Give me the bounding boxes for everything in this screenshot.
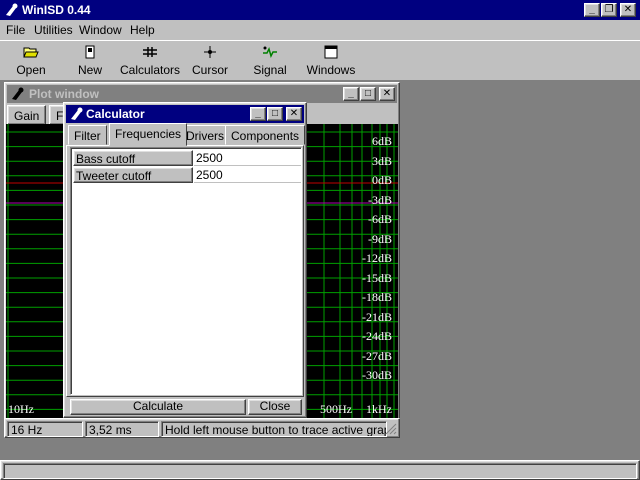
- status-time: 3,52 ms: [85, 421, 159, 437]
- calc-minimize-button[interactable]: _: [250, 107, 266, 121]
- open-label: Open: [16, 63, 46, 77]
- signal-gen-button[interactable]: Signal gen.: [240, 43, 300, 91]
- tweeter-cutoff-input[interactable]: 2500: [194, 167, 301, 183]
- plot-window-title-bar[interactable]: Plot window _ □ ✕: [7, 85, 397, 103]
- plot-window-icon: [12, 87, 24, 100]
- hz-label-10: 10Hz: [8, 402, 34, 416]
- plot-maximize-button[interactable]: □: [360, 87, 376, 101]
- main-status-field: [3, 463, 637, 479]
- new-button[interactable]: New: [70, 43, 110, 79]
- new-box-icon: [85, 45, 95, 59]
- calculator-title-bar[interactable]: Calculator _ □ ✕: [66, 105, 304, 123]
- folder-open-icon: [23, 47, 39, 58]
- main-title-bar[interactable]: WinISD 0.44 _ ❐ ✕: [0, 0, 640, 20]
- frequencies-grid: Bass cutoff 2500 Tweeter cutoff 2500: [70, 147, 302, 395]
- status-hint: Hold left mouse button to trace active g…: [161, 421, 387, 437]
- grid-row-tweeter: Tweeter cutoff 2500: [73, 167, 301, 183]
- menu-utilities[interactable]: Utilities: [34, 23, 73, 37]
- plot-close-button[interactable]: ✕: [379, 87, 395, 101]
- tab-drivers[interactable]: Drivers: [180, 125, 230, 145]
- signal-generator-icon: [263, 46, 277, 59]
- menu-file[interactable]: File: [6, 23, 25, 37]
- calculate-button[interactable]: Calculate: [70, 399, 246, 415]
- cursor-button[interactable]: Cursor: [190, 43, 230, 79]
- calc-close-button[interactable]: ✕: [286, 107, 302, 121]
- toolbar: Open New Calculators Cursor Signal gen. …: [0, 40, 640, 91]
- app-icon: [6, 3, 18, 16]
- calculator-title: Calculator: [86, 107, 145, 121]
- calculator-window[interactable]: Calculator _ □ ✕ Filter Frequencies Driv…: [63, 102, 307, 418]
- plot-minimize-button[interactable]: _: [343, 87, 359, 101]
- calc-maximize-button[interactable]: □: [267, 107, 283, 121]
- calculators-label: Calculators: [120, 63, 181, 77]
- plot-tab-gain[interactable]: Gain: [7, 105, 47, 125]
- minimize-button[interactable]: _: [584, 3, 600, 17]
- restore-button[interactable]: ❐: [601, 3, 617, 17]
- status-frequency: 16 Hz: [7, 421, 83, 437]
- cursor-label: Cursor: [191, 63, 228, 77]
- tweeter-cutoff-label: Tweeter cutoff: [73, 167, 193, 183]
- calculator-window-icon: [71, 107, 83, 120]
- new-label: New: [77, 63, 102, 77]
- resize-grip-icon[interactable]: [385, 423, 397, 435]
- main-status-bar: [0, 460, 640, 480]
- calculators-button[interactable]: Calculators: [120, 43, 180, 79]
- menu-help[interactable]: Help: [130, 23, 155, 37]
- windows-icon: [324, 45, 338, 59]
- cursor-crosshair-icon: [204, 46, 216, 58]
- hz-label-500: 500Hz: [320, 402, 352, 416]
- calculators-icon: [143, 47, 157, 57]
- windows-button[interactable]: Windows: [304, 43, 358, 79]
- tab-components[interactable]: Components: [225, 125, 306, 145]
- bass-cutoff-input[interactable]: 2500: [194, 150, 301, 166]
- plot-status-bar: 16 Hz 3,52 ms Hold left mouse button to …: [4, 418, 400, 438]
- hz-label-1k: 1kHz: [366, 402, 392, 416]
- grid-row-bass: Bass cutoff 2500: [73, 150, 301, 166]
- tab-filter[interactable]: Filter: [68, 125, 107, 145]
- menu-bar: File Utilities Window Help: [0, 20, 640, 39]
- tab-frequencies[interactable]: Frequencies: [109, 123, 188, 146]
- app-title: WinISD 0.44: [22, 3, 91, 17]
- close-dialog-button[interactable]: Close: [248, 399, 302, 415]
- plot-window-title: Plot window: [29, 87, 99, 101]
- menu-window[interactable]: Window: [79, 23, 122, 37]
- bass-cutoff-label: Bass cutoff: [73, 150, 193, 166]
- close-button[interactable]: ✕: [620, 3, 636, 17]
- open-button[interactable]: Open: [8, 43, 54, 79]
- windows-label: Windows: [306, 63, 356, 77]
